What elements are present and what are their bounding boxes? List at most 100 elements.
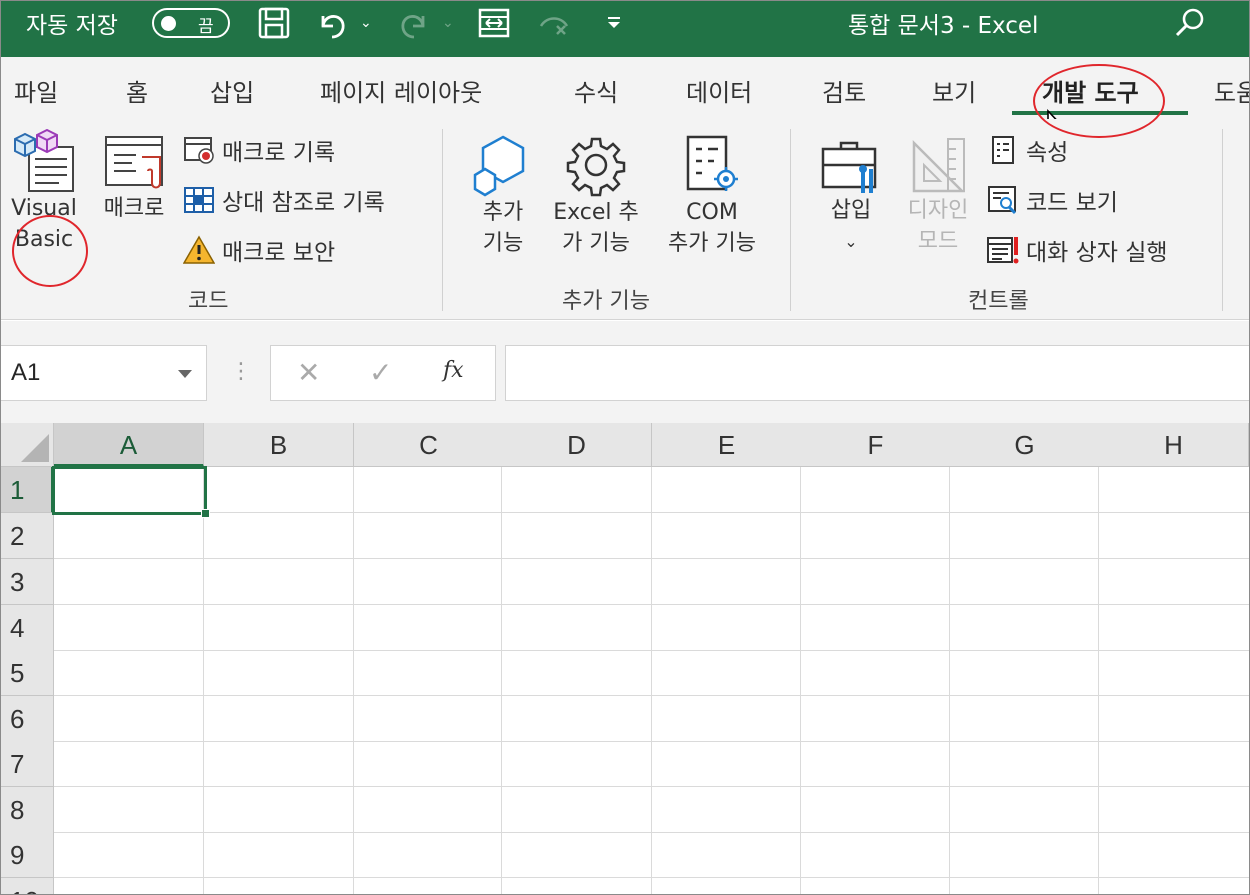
cell[interactable] [54,741,204,787]
cell[interactable] [54,832,204,878]
tab-review[interactable]: 검토 [822,73,866,108]
cell[interactable] [652,605,801,651]
tab-data[interactable]: 데이터 [686,73,752,108]
cell[interactable] [502,741,652,787]
column-header-d[interactable]: D [502,423,652,467]
cell[interactable] [801,559,950,605]
run-dialog-button[interactable]: 대화 상자 실행 [986,233,1168,267]
cell[interactable] [652,787,801,833]
insert-function-button[interactable]: fx [443,358,464,383]
cell[interactable] [502,787,652,833]
row-header-2[interactable]: 2 [0,513,54,559]
row-header-4[interactable]: 4 [0,605,54,651]
column-header-e[interactable]: E [652,423,802,467]
cell[interactable] [502,513,652,559]
search-icon[interactable] [1172,0,1208,45]
tab-home[interactable]: 홈 [126,73,148,108]
select-all-button[interactable] [0,423,54,467]
cell[interactable] [1099,832,1250,878]
cell[interactable] [1099,467,1250,513]
cell[interactable] [652,741,801,787]
cell[interactable] [1099,650,1250,696]
cell[interactable] [1099,787,1250,833]
cell[interactable] [204,650,354,696]
cell[interactable] [354,696,502,742]
cell[interactable] [502,467,652,513]
cell[interactable] [950,741,1099,787]
customize-toolbar-icon[interactable] [596,0,632,45]
cell[interactable] [950,878,1099,895]
cell[interactable] [502,559,652,605]
cell[interactable] [652,650,801,696]
record-macro-button[interactable]: 매크로 기록 [182,133,335,167]
cell[interactable] [801,696,950,742]
cell[interactable] [801,650,950,696]
macros-button[interactable]: 매크로 [96,131,172,224]
cell[interactable] [354,467,502,513]
macro-security-button[interactable]: 매크로 보안 [182,233,335,267]
addins-button[interactable]: 추가 기능 [466,133,540,259]
cell[interactable] [54,650,204,696]
cell[interactable] [950,787,1099,833]
cell[interactable] [652,513,801,559]
cell[interactable] [354,878,502,895]
cell[interactable] [1099,696,1250,742]
cell[interactable] [652,832,801,878]
relative-references-button[interactable]: 상대 참조로 기록 [182,183,385,217]
cell[interactable] [1099,741,1250,787]
cell[interactable] [502,650,652,696]
cell[interactable] [502,878,652,895]
cell[interactable] [801,467,950,513]
cell[interactable] [950,467,1099,513]
cell[interactable] [54,559,204,605]
tab-file[interactable]: 파일 [14,73,58,108]
cell[interactable] [204,696,354,742]
com-addins-button[interactable]: COM 추가 기능 [656,133,768,259]
row-header-9[interactable]: 9 [0,832,54,878]
fill-handle[interactable] [201,509,210,518]
cell[interactable] [502,696,652,742]
cell[interactable] [204,605,354,651]
cell[interactable] [652,696,801,742]
autosave-toggle[interactable]: 끔 [152,8,230,38]
row-header-6[interactable]: 6 [0,696,54,742]
tab-insert[interactable]: 삽입 [210,73,254,108]
cell[interactable] [354,787,502,833]
undo-dropdown-icon[interactable]: ⌄ [360,0,372,45]
cell[interactable] [354,605,502,651]
cell[interactable] [54,787,204,833]
column-header-h[interactable]: H [1099,423,1249,467]
active-cell-a1[interactable] [52,466,210,518]
cell[interactable] [204,832,354,878]
name-box-dropdown-icon[interactable] [178,370,192,378]
insert-control-button[interactable]: 삽입 ⌄ [814,135,888,257]
view-code-button[interactable]: 코드 보기 [986,183,1118,217]
cell[interactable] [204,513,354,559]
fit-width-icon[interactable] [476,0,512,45]
column-header-b[interactable]: B [204,423,354,467]
column-header-f[interactable]: F [801,423,951,467]
row-header-10[interactable]: 10 [0,878,54,895]
cell[interactable] [801,878,950,895]
row-header-3[interactable]: 3 [0,559,54,605]
cell[interactable] [950,696,1099,742]
cell[interactable] [354,559,502,605]
excel-addins-button[interactable]: Excel 추 가 기능 [546,133,646,259]
cell[interactable] [204,559,354,605]
cell[interactable] [502,832,652,878]
cell[interactable] [354,513,502,559]
tab-formulas[interactable]: 수식 [574,73,618,108]
cell[interactable] [1099,513,1250,559]
properties-button[interactable]: 속성 [986,133,1068,167]
cell[interactable] [950,832,1099,878]
cell[interactable] [354,832,502,878]
cell[interactable] [54,605,204,651]
cell[interactable] [502,605,652,651]
cell[interactable] [652,878,801,895]
name-box[interactable]: A1 [0,345,207,401]
formula-input[interactable] [505,345,1250,401]
row-header-1[interactable]: 1 [0,467,54,513]
cell[interactable] [652,559,801,605]
cell[interactable] [950,513,1099,559]
column-header-c[interactable]: C [354,423,504,467]
